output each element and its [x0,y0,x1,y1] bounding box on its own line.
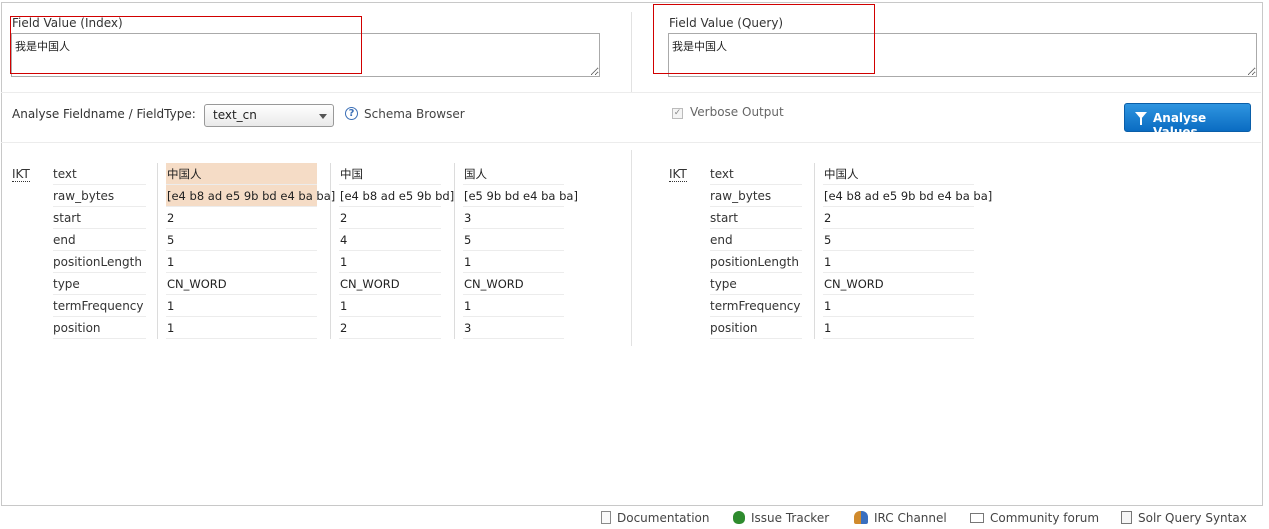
index-token-3-end: 5 [463,229,564,251]
verbose-output-checkbox[interactable]: ✓ [672,108,683,119]
index-property-position: position [53,317,146,339]
index-token-3-termFrequency: 1 [463,295,564,317]
index-token-2-start: 2 [339,207,441,229]
query-field-label: Field Value (Query) [669,16,784,30]
footer-community-forum-link[interactable]: Community forum [970,511,1099,525]
index-token-3-position: 3 [463,317,564,339]
section-divider-top [1,92,1261,93]
query-property-termFrequency: termFrequency [710,295,802,317]
index-token-2-positionLength: 1 [339,251,441,273]
bug-icon [733,511,745,524]
fieldtype-select[interactable]: text_cn [204,104,334,127]
mail-icon [970,513,984,523]
index-token-column-divider [157,163,158,339]
index-token-1-positionLength: 1 [166,251,317,273]
footer-documentation-link[interactable]: Documentation [601,511,710,525]
query-token-1-type: CN_WORD [823,273,974,295]
analyse-values-button[interactable]: Analyse Values [1124,103,1251,139]
index-token-2-termFrequency: 1 [339,295,441,317]
schema-browser-link[interactable]: Schema Browser [364,107,465,121]
index-token-3-raw_bytes: [e5 9b bd e4 ba ba] [463,185,578,207]
index-token-3-type: CN_WORD [463,273,564,295]
index-token-2-text: 中国 [339,163,441,185]
index-field-textarea[interactable]: 我是中国人 [11,33,600,77]
chevron-down-icon [319,114,327,119]
footer-irc-channel-label: IRC Channel [874,511,947,525]
query-token-1-end: 5 [823,229,974,251]
verbose-output-label: Verbose Output [690,105,784,119]
footer-issue-tracker-label: Issue Tracker [751,511,830,525]
index-property-type: type [53,273,146,295]
query-token-1-raw_bytes: [e4 b8 ad e5 9b bd e4 ba ba] [823,185,992,207]
index-token-3-start: 3 [463,207,564,229]
footer-solr-query-syntax-label: Solr Query Syntax [1138,511,1247,525]
funnel-icon [1135,112,1147,125]
index-token-2-type: CN_WORD [339,273,441,295]
index-token-1-end: 5 [166,229,317,251]
solr-icon [1121,511,1132,524]
query-property-text: text [710,163,802,185]
query-analyzer-label: IKT [669,167,687,182]
index-token-2-end: 4 [339,229,441,251]
index-token-column-divider [330,163,331,339]
query-token-1-text: 中国人 [823,163,974,185]
footer-documentation-label: Documentation [617,511,710,525]
index-token-3-positionLength: 1 [463,251,564,273]
document-icon [601,511,611,524]
index-token-1-type: CN_WORD [166,273,317,295]
index-token-1-start: 2 [166,207,317,229]
index-token-column-divider [454,163,455,339]
query-token-column-divider [814,163,815,339]
index-property-positionLength: positionLength [53,251,146,273]
query-field-textarea[interactable]: 我是中国人 [668,33,1257,77]
irc-icon [854,511,868,524]
query-token-1-termFrequency: 1 [823,295,974,317]
index-token-1-position: 1 [166,317,317,339]
index-token-2-raw_bytes: [e4 b8 ad e5 9b bd] [339,185,454,207]
fieldtype-label: Analyse Fieldname / FieldType: [12,107,196,121]
index-field-label: Field Value (Index) [12,16,123,30]
query-property-raw_bytes: raw_bytes [710,185,802,207]
query-property-end: end [710,229,802,251]
index-token-1-termFrequency: 1 [166,295,317,317]
footer-solr-query-syntax-link[interactable]: Solr Query Syntax [1121,511,1247,525]
analysis-divider [631,150,632,346]
query-token-1-position: 1 [823,317,974,339]
index-token-2-position: 2 [339,317,441,339]
index-property-termFrequency: termFrequency [53,295,146,317]
index-property-raw_bytes: raw_bytes [53,185,146,207]
index-token-1-text: 中国人 [166,163,317,185]
index-analyzer-label: IKT [12,167,30,182]
index-property-text: text [53,163,146,185]
footer-community-forum-label: Community forum [990,511,1100,525]
query-token-1-start: 2 [823,207,974,229]
footer-issue-tracker-link[interactable]: Issue Tracker [733,511,829,525]
help-icon[interactable]: ? [345,107,358,120]
index-token-3-text: 国人 [463,163,564,185]
footer-irc-channel-link[interactable]: IRC Channel [854,511,947,525]
index-property-start: start [53,207,146,229]
field-value-divider [631,12,632,92]
index-property-end: end [53,229,146,251]
fieldtype-selected-value: text_cn [213,108,257,122]
index-token-1-raw_bytes: [e4 b8 ad e5 9b bd e4 ba ba] [166,185,335,207]
query-token-1-positionLength: 1 [823,251,974,273]
query-property-positionLength: positionLength [710,251,802,273]
query-property-position: position [710,317,802,339]
query-property-type: type [710,273,802,295]
section-divider-options [1,142,1261,143]
query-property-start: start [710,207,802,229]
